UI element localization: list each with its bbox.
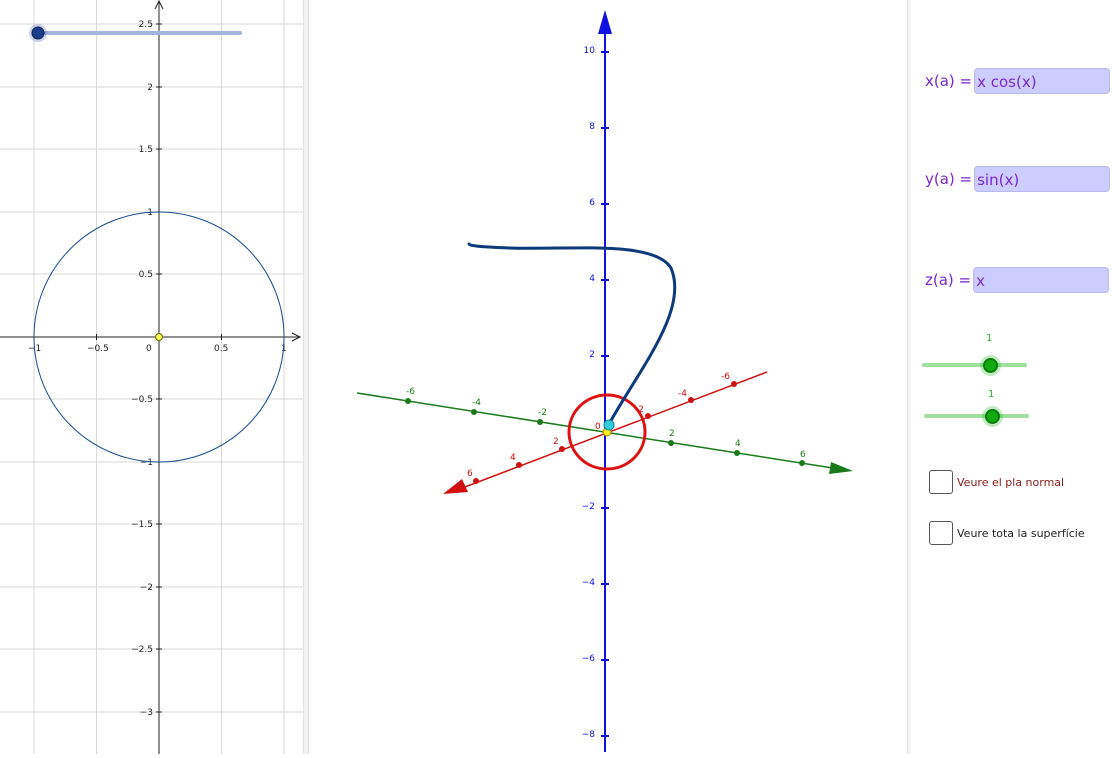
y-tick-label: 1.5 (139, 145, 153, 155)
normal-plane-checkbox[interactable] (929, 470, 953, 494)
z-tick-label: 4 (589, 274, 595, 284)
y-tick-label: −2 (140, 583, 153, 593)
z-tick-label: 10 (584, 46, 596, 56)
y-tick-label: 0.5 (139, 270, 153, 280)
control-panel: x(a) = x cos(x) y(a) = sin(x) z(a) = x 1… (911, 0, 1112, 754)
z-tick-label: −2 (582, 502, 595, 512)
graphics-view-2d[interactable]: −1 −0.5 0 0.5 1 2.5 2 1.5 1 0.5 −0.5 −1 … (0, 0, 303, 754)
y3d-tick-label: -6 (406, 387, 415, 397)
x3d-tick-label: -6 (721, 372, 730, 382)
y-equation-input[interactable]: sin(x) (974, 166, 1111, 192)
y3d-tick-label: -4 (472, 398, 481, 408)
slider-1-knob[interactable] (983, 358, 998, 373)
y3d-tick-label: 4 (735, 439, 741, 449)
y-tick-label: −0.5 (131, 395, 153, 405)
y-tick-label: 2 (147, 83, 153, 93)
z-tick-label: −4 (582, 578, 596, 588)
graph-3d-canvas[interactable]: 10 8 6 4 2 −2 −4 −6 −8 -6 -4 -2 2 4 6 -6… (309, 0, 907, 754)
y-tick-label: −1 (140, 458, 153, 468)
equation-row-y: y(a) = sin(x) (925, 165, 1111, 193)
y3d-tick-label: 2 (669, 429, 675, 439)
slider-1-track[interactable] (922, 363, 1027, 367)
equation-row-z: z(a) = x (925, 266, 1110, 294)
full-surface-checkbox[interactable] (929, 521, 953, 545)
z-equation-input[interactable]: x (973, 267, 1110, 293)
y-tick-label: 1 (147, 208, 153, 218)
equation-row-x: x(a) = x cos(x) (925, 67, 1111, 95)
y-tick-label: 2.5 (139, 20, 153, 30)
x-equation-input[interactable]: x cos(x) (974, 68, 1111, 94)
curve-point-3d[interactable] (603, 419, 615, 431)
y-tick-label: −3 (140, 708, 153, 718)
space-curve-3d[interactable] (467, 242, 677, 426)
parameter-slider-knob[interactable] (31, 26, 45, 40)
slider-value-label: 1 (986, 333, 993, 344)
checkbox-label: Veure el pla normal (957, 475, 1065, 489)
origin-point[interactable] (155, 333, 163, 341)
y-tick-label: −1.5 (131, 520, 153, 530)
origin-label-3d: 0 (595, 422, 601, 432)
x3d-tick-label: -4 (678, 389, 687, 399)
z-tick-label: 2 (589, 350, 595, 360)
x-axis-3d-arrow-icon (443, 479, 468, 494)
x-axis-3d (456, 371, 768, 491)
x-tick-label: −0.5 (87, 344, 109, 354)
x-tick-label: 0.5 (214, 344, 228, 354)
z-axis-arrow-icon (598, 10, 612, 34)
y3d-tick-label: 6 (800, 450, 806, 460)
checkbox-row-surface[interactable]: Veure tota la superfície (929, 521, 1085, 545)
checkbox-label: Veure tota la superfície (957, 526, 1085, 540)
x3d-tick-label: 4 (510, 453, 516, 463)
equation-label: y(a) = (925, 170, 973, 188)
equation-label: x(a) = (925, 72, 973, 90)
slider-2-knob[interactable] (985, 409, 1000, 424)
equation-label: z(a) = (925, 271, 972, 289)
x-tick-label: 0 (146, 344, 152, 354)
slider-2-track[interactable] (924, 414, 1029, 418)
z-tick-label: −8 (582, 730, 596, 740)
y-axis-3d-arrow-icon (829, 462, 853, 474)
y3d-tick-label: -2 (538, 408, 547, 418)
slider-value-label: 1 (988, 389, 995, 400)
z-tick-label: 6 (589, 198, 595, 208)
y-tick-label: −2.5 (131, 645, 153, 655)
graph-2d-canvas[interactable]: −1 −0.5 0 0.5 1 2.5 2 1.5 1 0.5 −0.5 −1 … (0, 0, 303, 754)
x3d-tick-label: 2 (553, 437, 559, 447)
checkbox-row-normal-plane[interactable]: Veure el pla normal (929, 470, 1064, 494)
x3d-tick-label: 6 (467, 469, 473, 479)
grid (0, 0, 303, 754)
graphics-view-3d[interactable]: 10 8 6 4 2 −2 −4 −6 −8 -6 -4 -2 2 4 6 -6… (309, 0, 907, 754)
z-tick-label: −6 (582, 654, 596, 664)
z-tick-label: 8 (589, 122, 595, 132)
